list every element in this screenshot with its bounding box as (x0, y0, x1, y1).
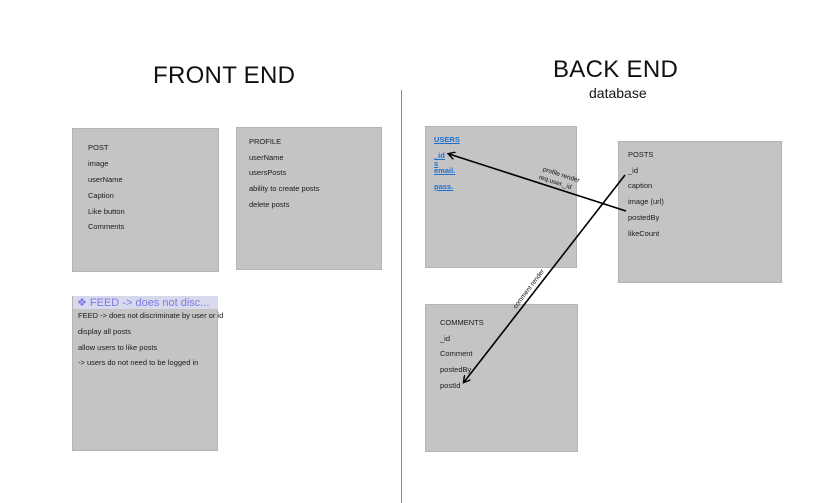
relationship-arrows (0, 0, 627, 503)
comment-render-arrow (464, 174, 626, 382)
profile-render-arrow (449, 154, 627, 212)
